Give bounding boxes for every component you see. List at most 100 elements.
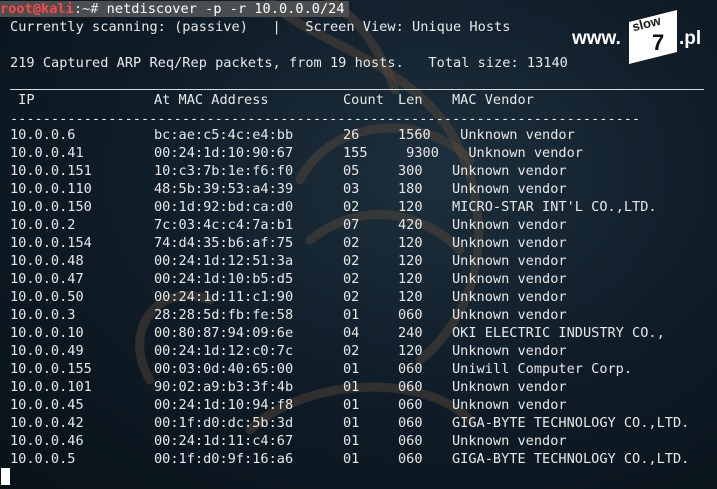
- row-mac: 00:24:1d:10:b5:d5: [154, 271, 294, 287]
- row-ip: 10.0.0.110: [10, 181, 92, 197]
- row-vendor: Unknown vendor: [452, 145, 583, 161]
- row-ip: 10.0.0.155: [10, 361, 92, 377]
- row-ip: 10.0.0.150: [10, 199, 92, 215]
- row-count: 01: [343, 433, 360, 449]
- row-len: 060: [398, 379, 423, 395]
- row-ip: 10.0.0.50: [10, 289, 84, 305]
- row-ip: 10.0.0.154: [10, 235, 92, 251]
- row-mac: 00:24:1d:11:c4:67: [154, 433, 294, 449]
- row-len: 120: [398, 289, 423, 305]
- row-mac: 00:1f:d0:dc:5b:3d: [154, 415, 294, 431]
- row-vendor: Unknown vendor: [452, 397, 567, 413]
- row-ip: 10.0.0.41: [10, 145, 84, 161]
- row-count: 04: [343, 325, 360, 341]
- row-mac: 00:1f:d0:9f:16:a6: [154, 451, 294, 467]
- row-count: 02: [343, 235, 360, 251]
- row-count: 01: [343, 415, 360, 431]
- header-top-rule: [10, 89, 704, 90]
- row-vendor: Unknown vendor: [452, 235, 567, 251]
- row-vendor: GIGA-BYTE TECHNOLOGY CO.,LTD.: [452, 451, 690, 467]
- row-ip: 10.0.0.101: [10, 379, 92, 395]
- row-ip: 10.0.0.42: [10, 415, 84, 431]
- row-mac: 7c:03:4c:c4:7a:b1: [154, 217, 294, 233]
- row-mac: 00:24:1d:10:90:67: [154, 145, 294, 161]
- row-mac: 00:24:1d:11:c1:90: [154, 289, 294, 305]
- row-len: 120: [398, 199, 423, 215]
- row-vendor: GIGA-BYTE TECHNOLOGY CO.,LTD.: [452, 415, 690, 431]
- row-len: 060: [398, 433, 423, 449]
- row-count: 02: [343, 253, 360, 269]
- row-ip: 10.0.0.45: [10, 397, 84, 413]
- row-count: 26: [343, 127, 360, 143]
- header-vendor: MAC Vendor: [452, 92, 534, 108]
- row-mac: 00:24:1d:10:94:f8: [154, 397, 294, 413]
- row-vendor: MICRO-STAR INT'L CO.,LTD.: [452, 199, 657, 215]
- row-vendor: Unknown vendor: [452, 253, 567, 269]
- row-count: 02: [343, 289, 360, 305]
- terminal-cursor: [1, 468, 10, 485]
- row-count: 05: [343, 163, 360, 179]
- row-len: 1560: [398, 127, 431, 143]
- row-mac: 00:24:1d:12:c0:7c: [154, 343, 294, 359]
- prompt-command: netdiscover -p -r 10.0.0.0/24: [98, 1, 345, 17]
- row-vendor: Unknown vendor: [452, 181, 567, 197]
- row-mac: bc:ae:c5:4c:e4:bb: [154, 127, 294, 143]
- row-count: 01: [343, 451, 360, 467]
- row-len: 060: [398, 307, 423, 323]
- row-vendor: Unknown vendor: [452, 217, 567, 233]
- row-count: 01: [343, 397, 360, 413]
- row-mac: 00:03:0d:40:65:00: [154, 361, 294, 377]
- row-len: 9300: [398, 145, 439, 161]
- row-mac: 48:5b:39:53:a4:39: [154, 181, 294, 197]
- row-count: 155: [343, 145, 368, 161]
- row-vendor: Unknown vendor: [452, 163, 567, 179]
- header-count: Count: [343, 92, 384, 108]
- row-mac: 74:d4:35:b6:af:75: [154, 235, 294, 251]
- logo-seven: 7: [652, 30, 665, 55]
- row-vendor: Unknown vendor: [452, 127, 575, 143]
- logo-pl: .pl: [679, 28, 702, 49]
- row-len: 060: [398, 451, 423, 467]
- row-ip: 10.0.0.10: [10, 325, 84, 341]
- row-mac: 10:c3:7b:1e:f6:f0: [154, 163, 294, 179]
- row-vendor: Unknown vendor: [452, 271, 567, 287]
- row-ip: 10.0.0.46: [10, 433, 84, 449]
- row-count: 01: [343, 307, 360, 323]
- logo-www: www.: [572, 28, 621, 49]
- captured-summary: 219 Captured ARP Req/Rep packets, from 1…: [10, 55, 568, 71]
- header-mac: At MAC Address: [154, 92, 269, 108]
- row-count: 02: [343, 343, 360, 359]
- row-ip: 10.0.0.2: [10, 217, 76, 233]
- row-vendor: Uniwill Computer Corp.: [452, 361, 633, 377]
- row-len: 120: [398, 235, 423, 251]
- row-len: 060: [398, 361, 423, 377]
- row-len: 120: [398, 271, 423, 287]
- prompt-line: root@kali:~# netdiscover -p -r 10.0.0.0/…: [0, 0, 349, 18]
- prompt-path: :~#: [73, 1, 99, 17]
- row-mac: 90:02:a9:b3:3f:4b: [154, 379, 294, 395]
- row-count: 01: [343, 379, 360, 395]
- header-len: Len: [398, 92, 423, 108]
- row-mac: 00:24:1d:12:51:3a: [154, 253, 294, 269]
- row-vendor: Unknown vendor: [452, 433, 567, 449]
- row-vendor: Unknown vendor: [452, 379, 567, 395]
- row-count: 02: [343, 199, 360, 215]
- row-len: 060: [398, 415, 423, 431]
- terminal-window[interactable]: root@kali:~# netdiscover -p -r 10.0.0.0/…: [0, 0, 717, 489]
- row-mac: 00:80:87:94:09:6e: [154, 325, 294, 341]
- row-ip: 10.0.0.6: [10, 127, 76, 143]
- row-ip: 10.0.0.3: [10, 307, 76, 323]
- row-ip: 10.0.0.48: [10, 253, 84, 269]
- row-len: 060: [398, 397, 423, 413]
- row-mac: 00:1d:92:bd:ca:d0: [154, 199, 294, 215]
- row-ip: 10.0.0.5: [10, 451, 76, 467]
- row-count: 02: [343, 271, 360, 287]
- scanning-status: Currently scanning: (passive) | Screen V…: [10, 19, 511, 35]
- row-count: 07: [343, 217, 360, 233]
- row-vendor: Unknown vendor: [452, 289, 567, 305]
- row-ip: 10.0.0.49: [10, 343, 84, 359]
- row-count: 03: [343, 181, 360, 197]
- row-vendor: Unknown vendor: [452, 307, 567, 323]
- header-ip: IP: [10, 92, 35, 108]
- prompt-user-host: root@kali: [0, 1, 74, 17]
